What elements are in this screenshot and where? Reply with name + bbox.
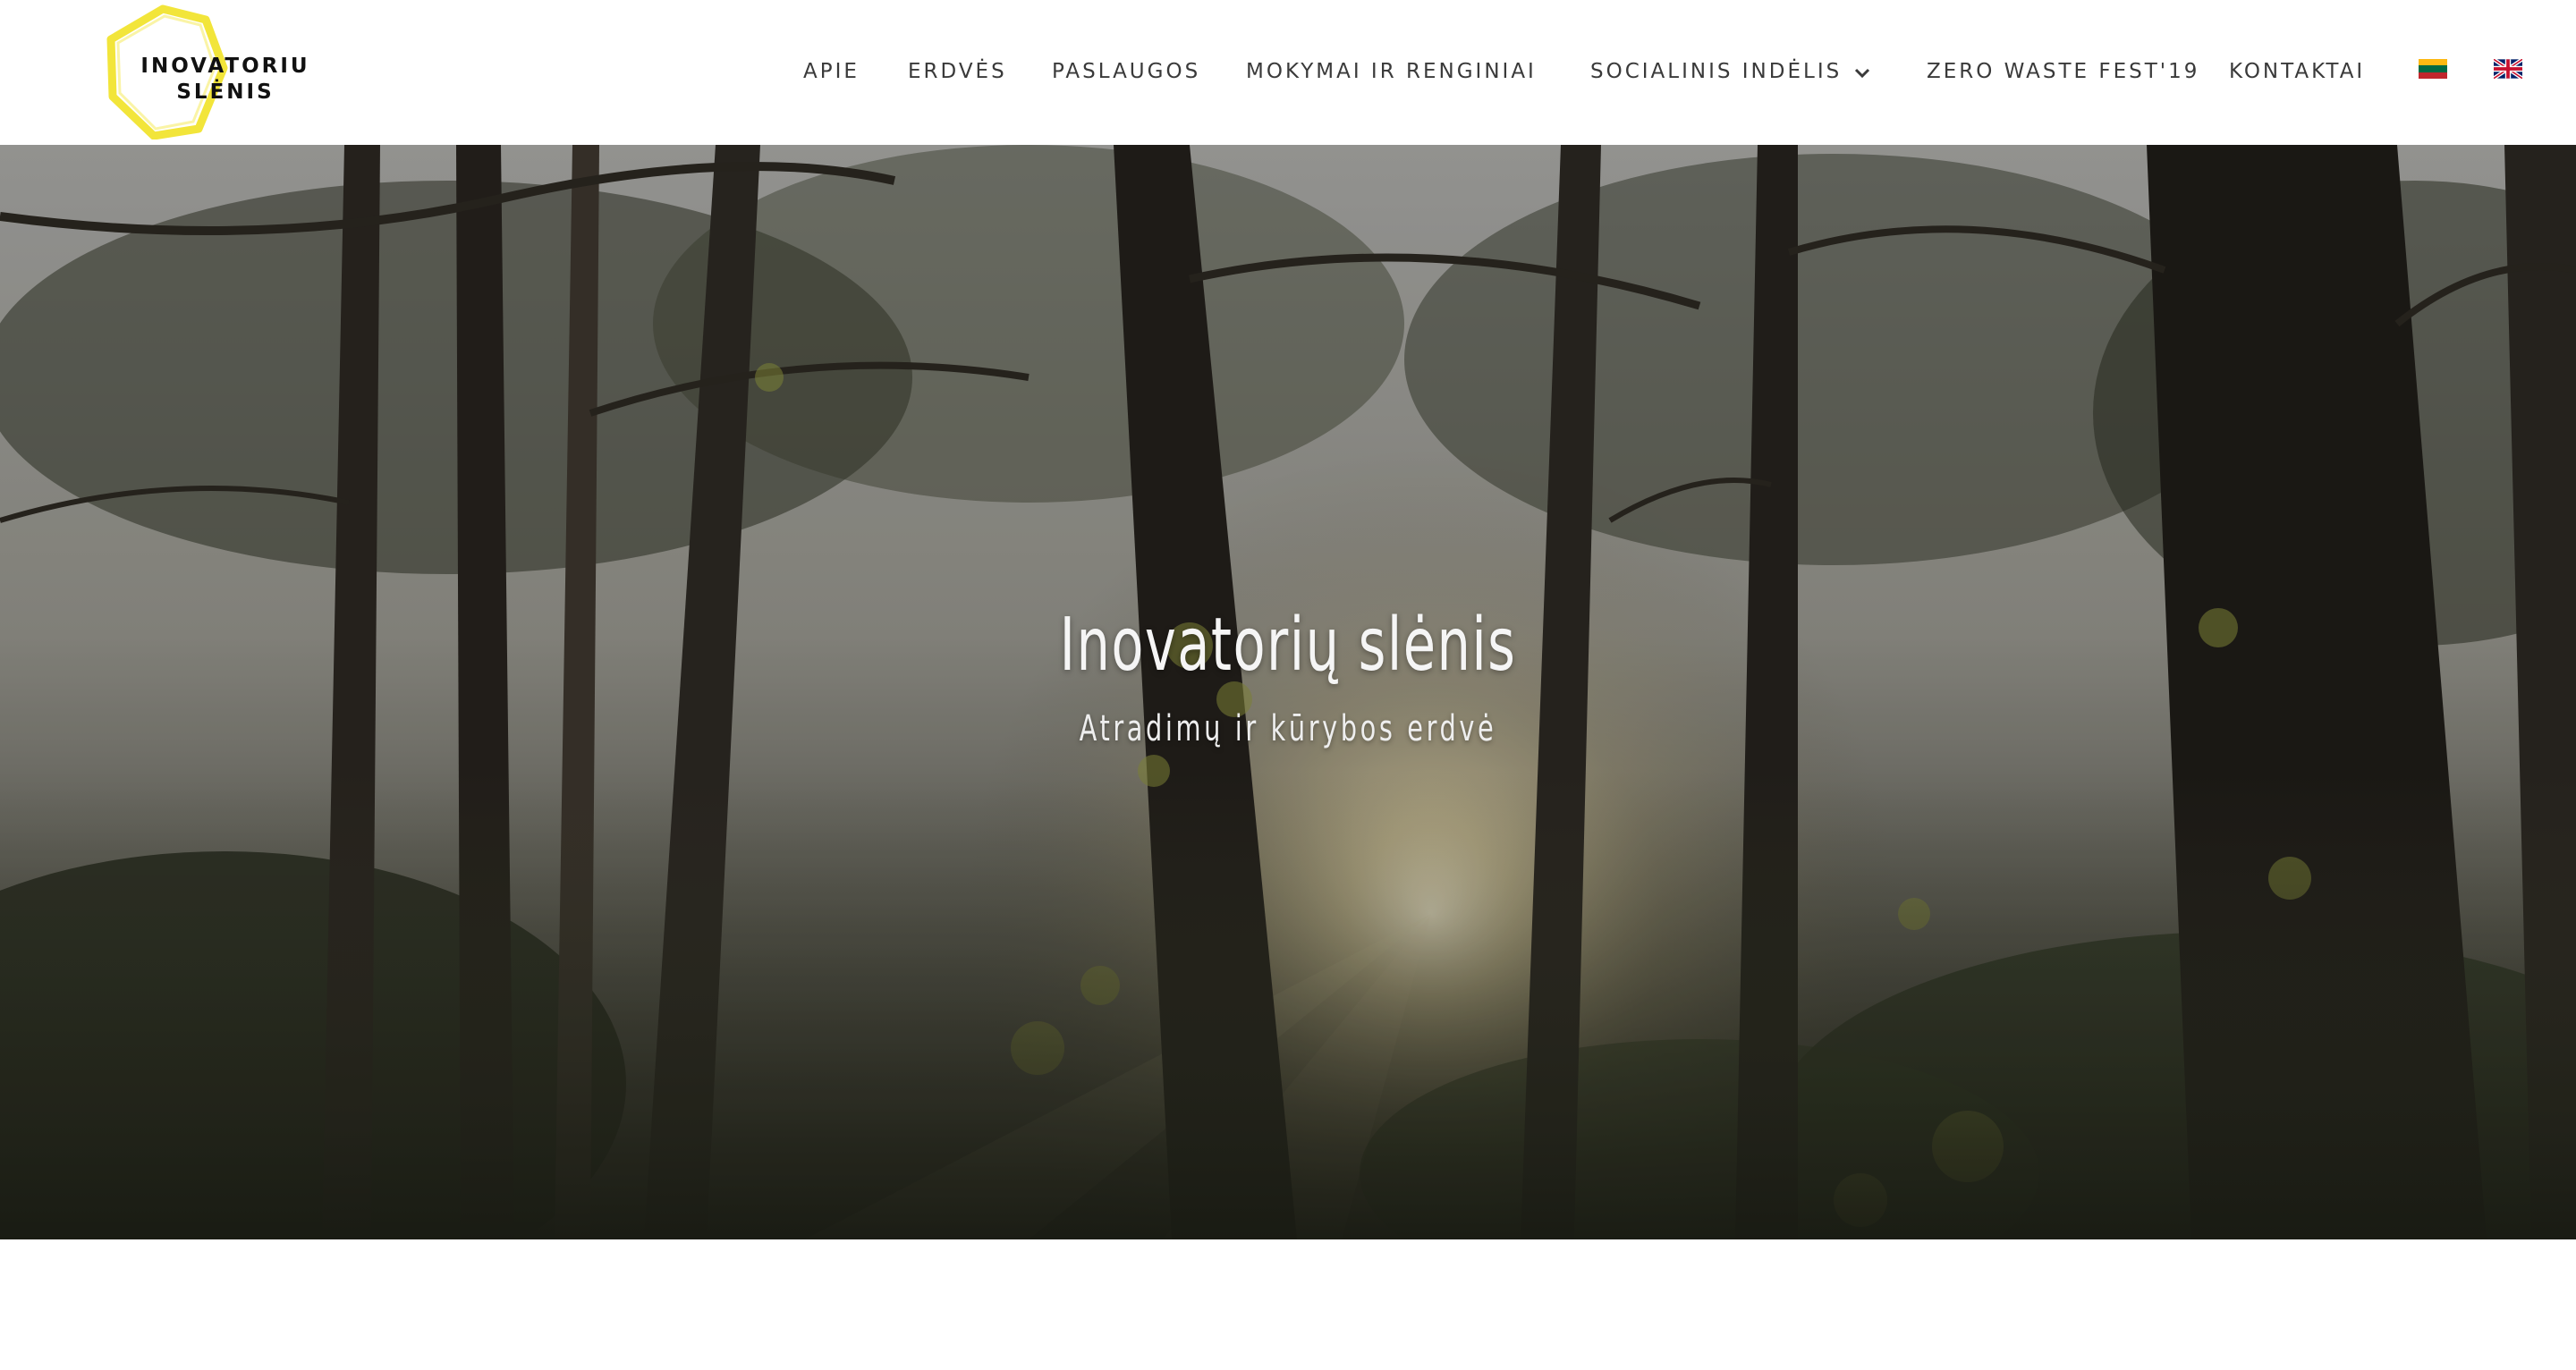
content-area [0, 1239, 2576, 1370]
hero-banner: Inovatorių slėnis Atradimų ir kūrybos er… [0, 145, 2576, 1239]
lithuania-flag-icon[interactable] [2419, 59, 2447, 79]
forest-background-image [0, 145, 2576, 1239]
site-logo[interactable]: INOVATORIU SLĖNIS [100, 4, 308, 140]
hero-title: Inovatorių slėnis [1059, 603, 1517, 688]
uk-flag-icon[interactable] [2492, 57, 2524, 80]
hero-subtitle: Atradimų ir kūrybos erdvė [1079, 708, 1497, 749]
nav-item-socialinis-indelis-label: SOCIALINIS INDĖLIS [1590, 60, 1843, 83]
logo-wordmark: INOVATORIU SLĖNIS [136, 54, 315, 106]
nav-item-zero-waste-fest[interactable]: ZERO WASTE FEST'19 [1927, 59, 2199, 84]
nav-item-kontaktai[interactable]: KONTAKTAI [2229, 59, 2365, 84]
chevron-down-icon [1854, 60, 1870, 85]
nav-item-socialinis-indelis[interactable]: SOCIALINIS INDĖLIS [1590, 59, 1870, 85]
nav-item-mokymai-ir-renginiai[interactable]: MOKYMAI IR RENGINIAI [1246, 59, 1537, 84]
nav-item-apie[interactable]: APIE [803, 59, 860, 84]
logo-line-2: SLĖNIS [176, 80, 275, 104]
logo-line-1: INOVATORIU [140, 55, 310, 78]
nav-item-erdves[interactable]: ERDVĖS [908, 59, 1007, 84]
site-header: INOVATORIU SLĖNIS APIE ERDVĖS PASLAUGOS … [0, 0, 2576, 145]
nav-item-paslaugos[interactable]: PASLAUGOS [1052, 59, 1200, 84]
